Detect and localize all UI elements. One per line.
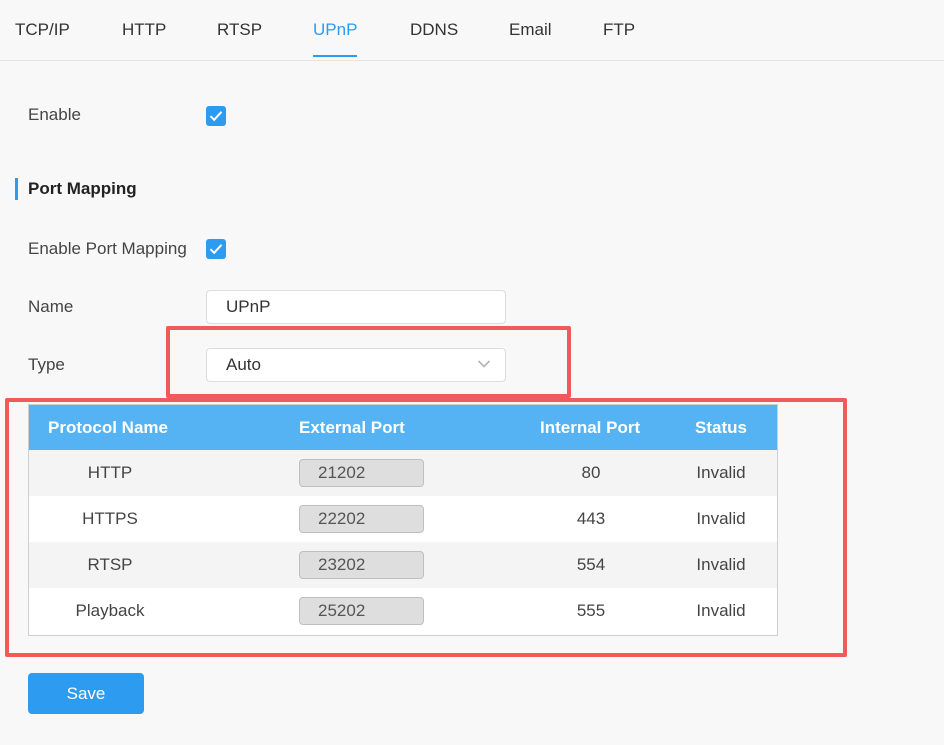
enable-port-mapping-label: Enable Port Mapping (28, 239, 187, 258)
internal-port-cell: 555 (576, 601, 606, 620)
tab-email[interactable]: Email (509, 20, 552, 57)
checkmark-icon (209, 111, 223, 122)
header-status: Status (695, 418, 747, 437)
internal-port-cell: 80 (581, 463, 601, 482)
external-port-input: 22202 (299, 505, 424, 533)
table-row: HTTPS 22202 443 Invalid (29, 496, 777, 542)
name-label: Name (28, 297, 74, 316)
name-input[interactable]: UPnP (206, 290, 506, 324)
tab-bar: TCP/IP HTTP RTSP UPnP DDNS Email FTP (0, 0, 944, 61)
type-highlight-box (166, 326, 571, 398)
status-cell: Invalid (696, 463, 746, 482)
status-cell: Invalid (696, 555, 746, 574)
save-button[interactable]: Save (28, 673, 144, 714)
header-protocol-name: Protocol Name (48, 418, 168, 437)
protocol-cell: HTTP (87, 463, 133, 482)
protocol-cell: HTTPS (82, 509, 138, 528)
checkmark-icon (209, 244, 223, 255)
protocol-cell: Playback (75, 601, 145, 620)
header-internal-port: Internal Port (540, 418, 641, 437)
port-mapping-table: Protocol Name External Port Internal Por… (28, 404, 778, 636)
enable-label: Enable (28, 105, 81, 124)
section-title-port-mapping: Port Mapping (15, 178, 137, 200)
status-cell: Invalid (696, 601, 746, 620)
internal-port-cell: 443 (576, 509, 606, 528)
tab-ddns[interactable]: DDNS (410, 20, 458, 57)
tab-ftp[interactable]: FTP (603, 20, 635, 57)
tab-http[interactable]: HTTP (122, 20, 166, 57)
external-port-input: 23202 (299, 551, 424, 579)
enable-checkbox[interactable] (206, 106, 226, 126)
external-port-input: 21202 (299, 459, 424, 487)
header-external-port: External Port (299, 418, 405, 437)
enable-port-mapping-checkbox[interactable] (206, 239, 226, 259)
table-row: RTSP 23202 554 Invalid (29, 542, 777, 588)
tab-upnp[interactable]: UPnP (313, 20, 358, 57)
tab-tcpip[interactable]: TCP/IP (15, 20, 70, 57)
type-label: Type (28, 355, 65, 374)
table-row: HTTP 21202 80 Invalid (29, 450, 777, 496)
table-row: Playback 25202 555 Invalid (29, 588, 777, 634)
protocol-cell: RTSP (87, 555, 133, 574)
tab-rtsp[interactable]: RTSP (217, 20, 262, 57)
status-cell: Invalid (696, 509, 746, 528)
table-header: Protocol Name External Port Internal Por… (29, 405, 777, 450)
external-port-input: 25202 (299, 597, 424, 625)
internal-port-cell: 554 (576, 555, 606, 574)
